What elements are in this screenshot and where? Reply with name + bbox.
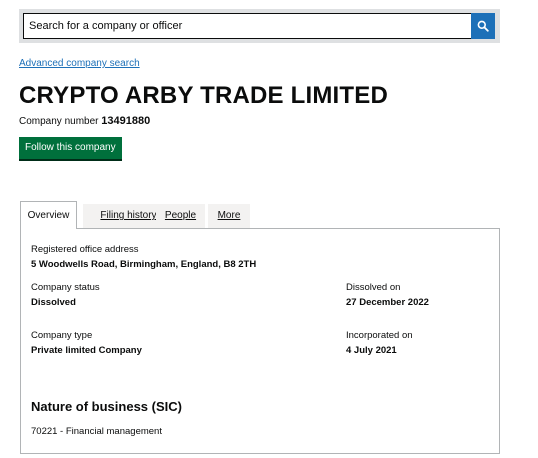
search-bar: [19, 9, 500, 43]
company-number: Company number 13491880: [19, 115, 150, 127]
registered-office-label: Registered office address: [31, 244, 139, 255]
company-type-label: Company type: [31, 330, 93, 341]
advanced-search-link[interactable]: Advanced company search: [19, 58, 140, 69]
registered-office-value: 5 Woodwells Road, Birmingham, England, B…: [31, 259, 257, 270]
sic-code-entry: 70221 - Financial management: [31, 426, 162, 437]
overview-panel: Registered office address 5 Woodwells Ro…: [20, 228, 500, 454]
incorporated-on-label: Incorporated on: [346, 330, 413, 341]
search-input[interactable]: [23, 13, 473, 39]
dissolved-on-value: 27 December 2022: [346, 297, 429, 308]
company-status-value: Dissolved: [31, 297, 76, 308]
follow-company-button[interactable]: Follow this company: [19, 137, 122, 159]
company-type-value: Private limited Company: [31, 345, 142, 356]
incorporated-on-value: 4 July 2021: [346, 345, 397, 356]
tab-more[interactable]: More: [208, 204, 250, 228]
company-number-label: Company number: [19, 116, 99, 127]
nature-of-business-heading: Nature of business (SIC): [31, 399, 182, 414]
search-button[interactable]: [471, 13, 495, 39]
company-status-label: Company status: [31, 282, 100, 293]
tab-people[interactable]: People: [156, 204, 205, 228]
dissolved-on-label: Dissolved on: [346, 282, 401, 293]
search-icon: [477, 20, 489, 32]
company-name: CRYPTO ARBY TRADE LIMITED: [19, 82, 389, 109]
tab-overview[interactable]: Overview: [20, 201, 77, 229]
company-number-value: 13491880: [101, 115, 151, 127]
